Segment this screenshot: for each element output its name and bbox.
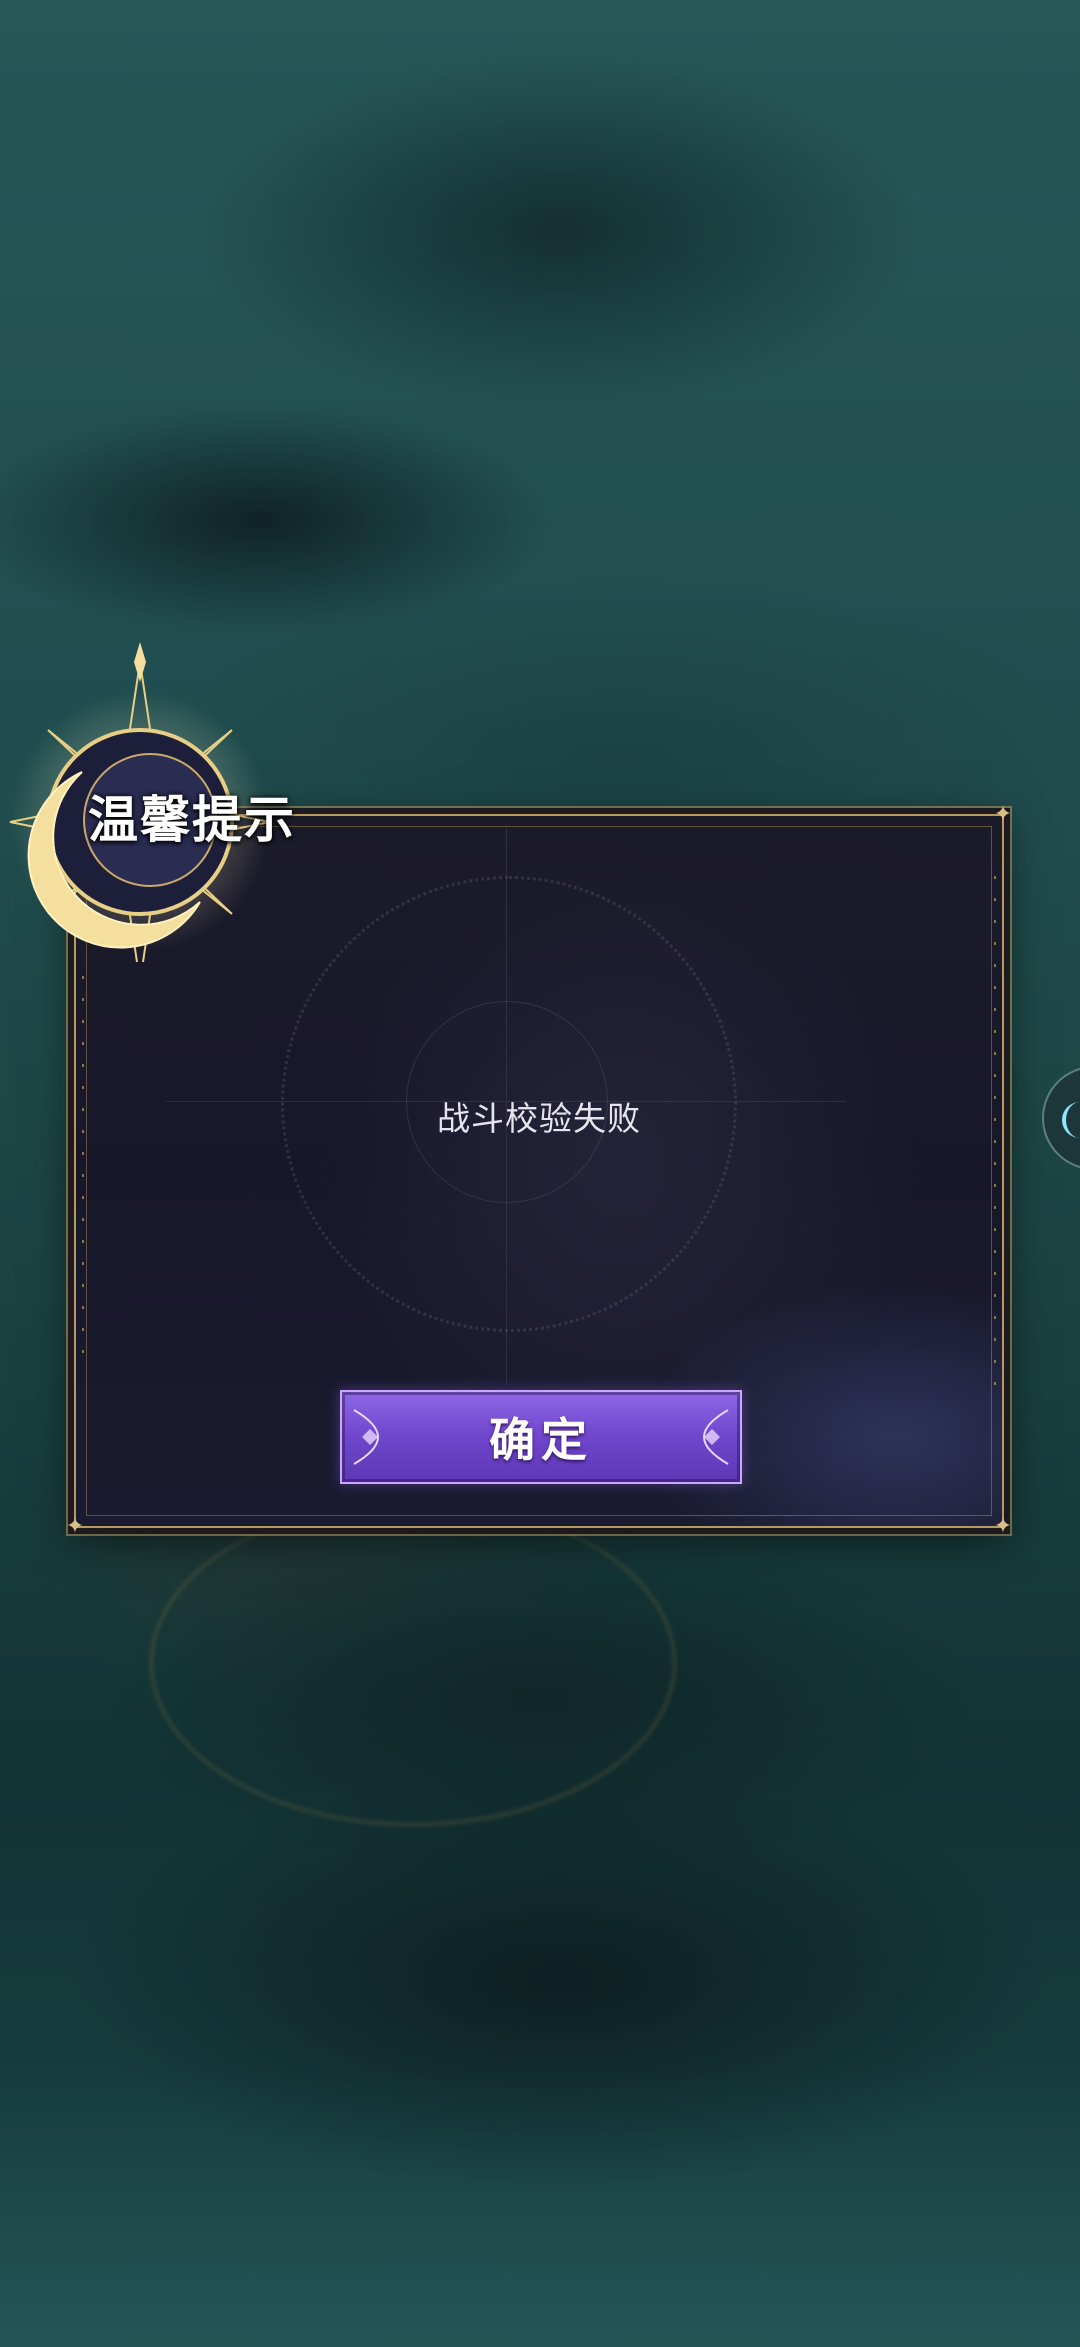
dialog-message: 战斗校验失败	[437, 1099, 641, 1138]
confirm-button[interactable]: 确定	[340, 1390, 742, 1484]
dialog-title: 温馨提示	[88, 790, 296, 849]
side-handle-arc	[1062, 1102, 1080, 1138]
button-left-ornament-icon	[353, 1409, 380, 1465]
corner-diamond-ornament-icon: ✦	[993, 802, 1013, 827]
game-screen: 战斗校验失败 确定 ✦ ✦ ✦ 温馨提示	[0, 0, 1080, 2347]
corner-diamond-ornament-icon: ✦	[65, 1514, 85, 1539]
background-glow-arc	[150, 1500, 676, 1826]
corner-diamond-ornament-icon: ✦	[993, 1514, 1013, 1539]
confirm-button-label: 确定	[489, 1413, 593, 1467]
button-right-ornament-icon	[702, 1409, 729, 1465]
left-dotted-border	[82, 976, 84, 1356]
